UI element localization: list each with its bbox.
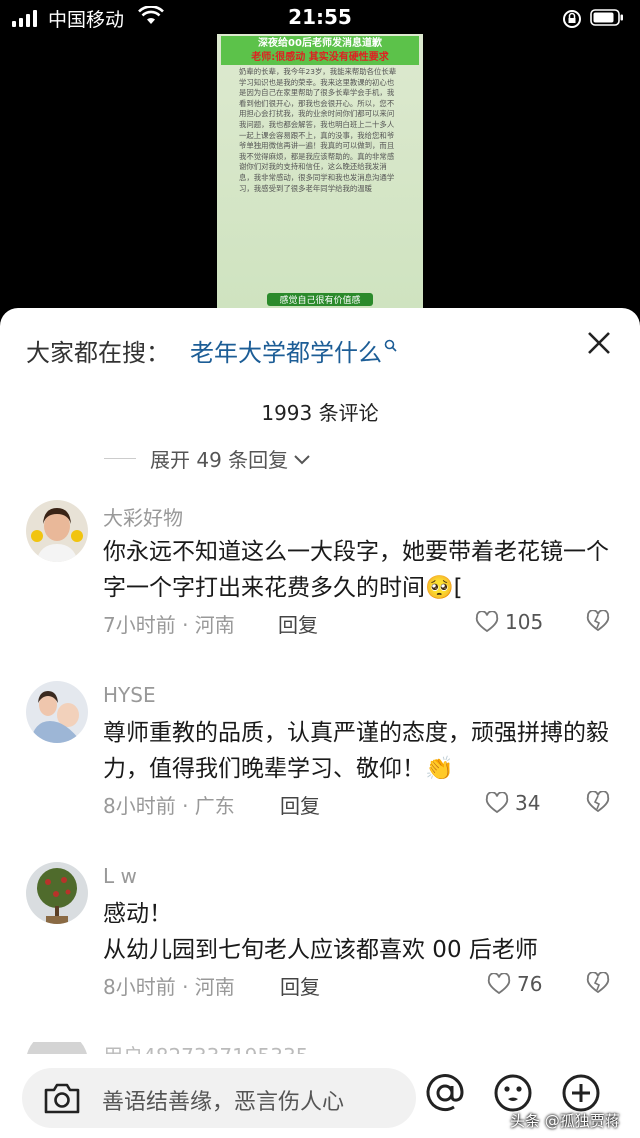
watermark: 头条 @孤独贾蒋 <box>510 1112 620 1130</box>
heart-icon <box>485 792 509 814</box>
preview-body-text: 奶辈的长辈，我今年23岁，我能来帮助各位长辈学习知识也是我的荣幸。我来这里教课的… <box>239 67 397 193</box>
trending-search-term[interactable]: 老年大学都学什么 <box>190 333 382 368</box>
plus-icon[interactable] <box>560 1072 602 1114</box>
comment-text: 尊师重教的品质，认真严谨的态度，顽强拼搏的毅力，值得我们晚辈学习、敬仰！👏 <box>103 720 609 782</box>
mention-icon[interactable] <box>424 1072 466 1114</box>
reply-button[interactable]: 回复 <box>280 790 320 819</box>
heart-icon <box>487 973 511 995</box>
reply-button[interactable]: 回复 <box>278 609 318 638</box>
dislike-icon[interactable] <box>586 610 610 632</box>
comments-sheet: 大家都在搜： 老年大学都学什么 1993 条评论 展开 49 条回复 大彩好物 … <box>0 308 640 1138</box>
comment-meta: 8小时前 · 河南 <box>103 975 235 999</box>
heart-icon <box>475 611 499 633</box>
reply-button[interactable]: 回复 <box>280 971 320 1000</box>
dislike-icon[interactable] <box>586 972 610 994</box>
comment-username[interactable]: HYSE <box>103 683 156 707</box>
like-button[interactable]: 34 <box>485 791 540 815</box>
trending-search-prefix: 大家都在搜： <box>26 339 170 367</box>
divider <box>104 458 136 459</box>
expand-replies-button[interactable]: 展开 49 条回复 <box>104 444 312 473</box>
chevron-down-icon <box>294 454 310 464</box>
dislike-icon[interactable] <box>586 791 610 813</box>
comment-text: 你永远不知道这么一大段字，她要带着老花镜一个字一个字打出来花费多久的时间🥺[ <box>103 539 609 601</box>
comment-meta: 7小时前 · 河南 <box>103 613 235 637</box>
comment-input[interactable]: 善语结善缘，恶言伤人心 <box>22 1068 416 1128</box>
like-button[interactable]: 105 <box>475 610 543 634</box>
preview-caption: 感觉自己很有价值感 <box>267 293 373 306</box>
rotation-lock-icon <box>563 10 581 28</box>
search-icon <box>384 339 397 352</box>
like-count: 76 <box>517 972 543 996</box>
comment-input-placeholder: 善语结善缘，恶言伤人心 <box>102 1090 345 1115</box>
comment-meta: 8小时前 · 广东 <box>103 794 235 818</box>
comment-username[interactable]: L w <box>103 864 137 888</box>
avatar[interactable] <box>26 681 88 743</box>
like-count: 105 <box>505 610 544 634</box>
clock: 21:55 <box>288 5 352 29</box>
comment-username[interactable]: 大彩好物 <box>103 502 183 531</box>
close-icon[interactable] <box>584 328 614 358</box>
emoji-icon[interactable] <box>492 1072 534 1114</box>
video-preview[interactable]: 深夜给00后老师发消息道歉 老师:很感动 其实没有硬性要求 奶辈的长辈，我今年2… <box>217 34 423 308</box>
preview-subheadline: 老师:很感动 其实没有硬性要求 <box>221 51 419 65</box>
comment-text: 感动！ 从幼儿园到七旬老人应该都喜欢 00 后老师 <box>103 901 538 963</box>
like-count: 34 <box>515 791 541 815</box>
comment-count: 1993 条评论 <box>261 401 379 425</box>
battery-icon <box>590 9 623 26</box>
comment-input-bar: 善语结善缘，恶言伤人心 头条 @孤独贾蒋 <box>0 1054 640 1138</box>
avatar[interactable] <box>26 500 88 562</box>
avatar[interactable] <box>26 862 88 924</box>
preview-headline: 深夜给00后老师发消息道歉 <box>221 36 419 51</box>
camera-icon[interactable] <box>42 1080 82 1116</box>
like-button[interactable]: 76 <box>487 972 542 996</box>
trending-search[interactable]: 大家都在搜： 老年大学都学什么 <box>26 333 398 368</box>
expand-replies-label: 展开 49 条回复 <box>150 448 289 472</box>
status-bar: 中国移动 21:55 <box>0 0 640 36</box>
